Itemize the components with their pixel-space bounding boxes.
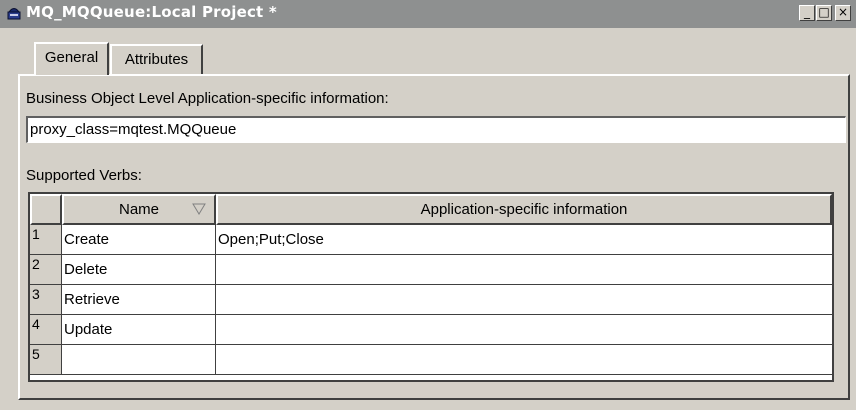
corner-header bbox=[30, 194, 62, 225]
tab-attributes[interactable]: Attributes bbox=[110, 44, 203, 74]
sort-triangle-icon bbox=[192, 203, 206, 215]
title-bar[interactable]: MQ_MQQueue:Local Project * _ □ × bbox=[0, 0, 856, 28]
close-button[interactable]: × bbox=[835, 5, 851, 21]
verb-name-cell[interactable] bbox=[62, 345, 216, 375]
business-object-icon bbox=[7, 8, 21, 20]
supported-verbs-label: Supported Verbs: bbox=[26, 167, 142, 184]
column-header-name[interactable]: Name bbox=[62, 194, 216, 225]
verb-asi-cell[interactable] bbox=[216, 285, 832, 315]
column-header-name-label: Name bbox=[118, 201, 159, 218]
verb-asi-cell[interactable] bbox=[216, 345, 832, 375]
tab-general[interactable]: General bbox=[34, 42, 109, 75]
verb-name-cell[interactable]: Update bbox=[62, 315, 216, 345]
verb-name-cell[interactable]: Delete bbox=[62, 255, 216, 285]
row-number[interactable]: 4 bbox=[30, 315, 62, 345]
row-number[interactable]: 3 bbox=[30, 285, 62, 315]
asi-text-field[interactable]: proxy_class=mqtest.MQQueue bbox=[26, 116, 846, 143]
verb-asi-cell[interactable] bbox=[216, 255, 832, 285]
minimize-button[interactable]: _ bbox=[799, 5, 815, 21]
window-title: MQ_MQQueue:Local Project * bbox=[26, 3, 277, 21]
verb-asi-cell[interactable] bbox=[216, 315, 832, 345]
verb-name-cell[interactable]: Retrieve bbox=[62, 285, 216, 315]
column-header-asi[interactable]: Application-specific information bbox=[216, 194, 832, 225]
row-number[interactable]: 1 bbox=[30, 225, 62, 255]
row-number[interactable]: 2 bbox=[30, 255, 62, 285]
business-object-window: MQ_MQQueue:Local Project * _ □ × General… bbox=[0, 0, 856, 410]
asi-label: Business Object Level Application-specif… bbox=[26, 90, 389, 107]
maximize-button[interactable]: □ bbox=[816, 5, 832, 21]
verb-asi-cell[interactable]: Open;Put;Close bbox=[216, 225, 832, 255]
verb-name-cell[interactable]: Create bbox=[62, 225, 216, 255]
row-number[interactable]: 5 bbox=[30, 345, 62, 375]
supported-verbs-table: Name Application-specific information 1 … bbox=[28, 192, 834, 382]
